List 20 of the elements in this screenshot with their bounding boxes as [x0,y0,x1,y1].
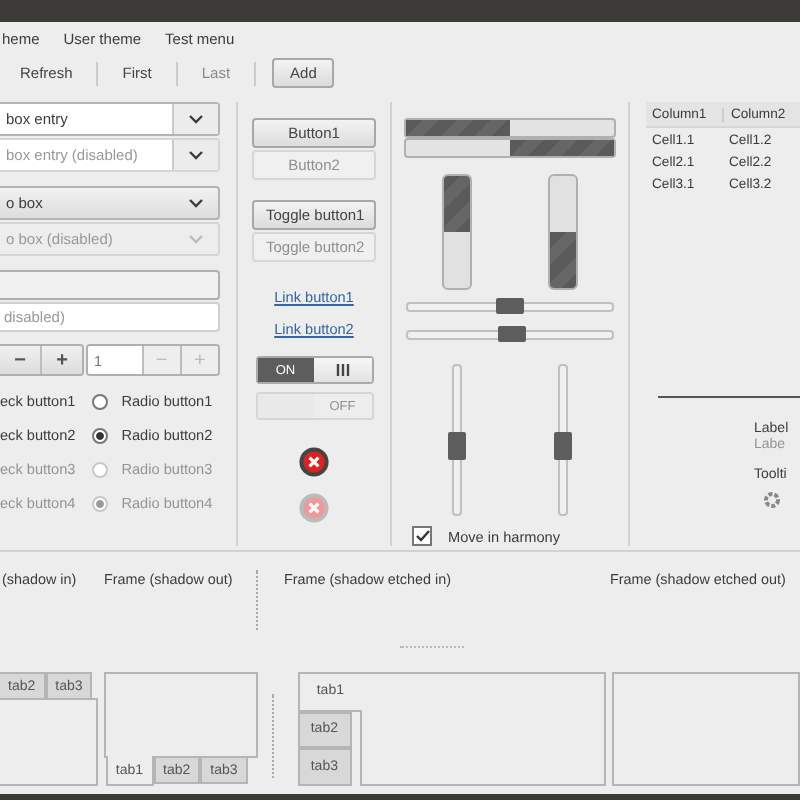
grip-icon [335,364,350,376]
slider-thumb[interactable] [498,326,527,342]
checkmark-icon [415,530,429,542]
slider-thumb[interactable] [496,298,524,314]
checkbox[interactable] [412,526,432,546]
spinner-icon [764,492,780,508]
chevron-icon [188,114,204,124]
increment-button[interactable]: + [40,346,82,374]
slider-thumb[interactable] [554,432,572,461]
slider[interactable] [406,302,614,312]
radio-button[interactable] [91,428,108,444]
slider[interactable] [406,330,614,340]
chevron-icon [188,198,204,208]
clear-icon[interactable] [298,446,330,478]
vertical-slider[interactable] [558,364,568,516]
chevron-icon [188,150,204,160]
radio-button[interactable] [91,394,108,410]
vertical-slider[interactable] [452,364,462,516]
chevron-icon [188,234,204,244]
slider-thumb[interactable] [448,432,466,461]
